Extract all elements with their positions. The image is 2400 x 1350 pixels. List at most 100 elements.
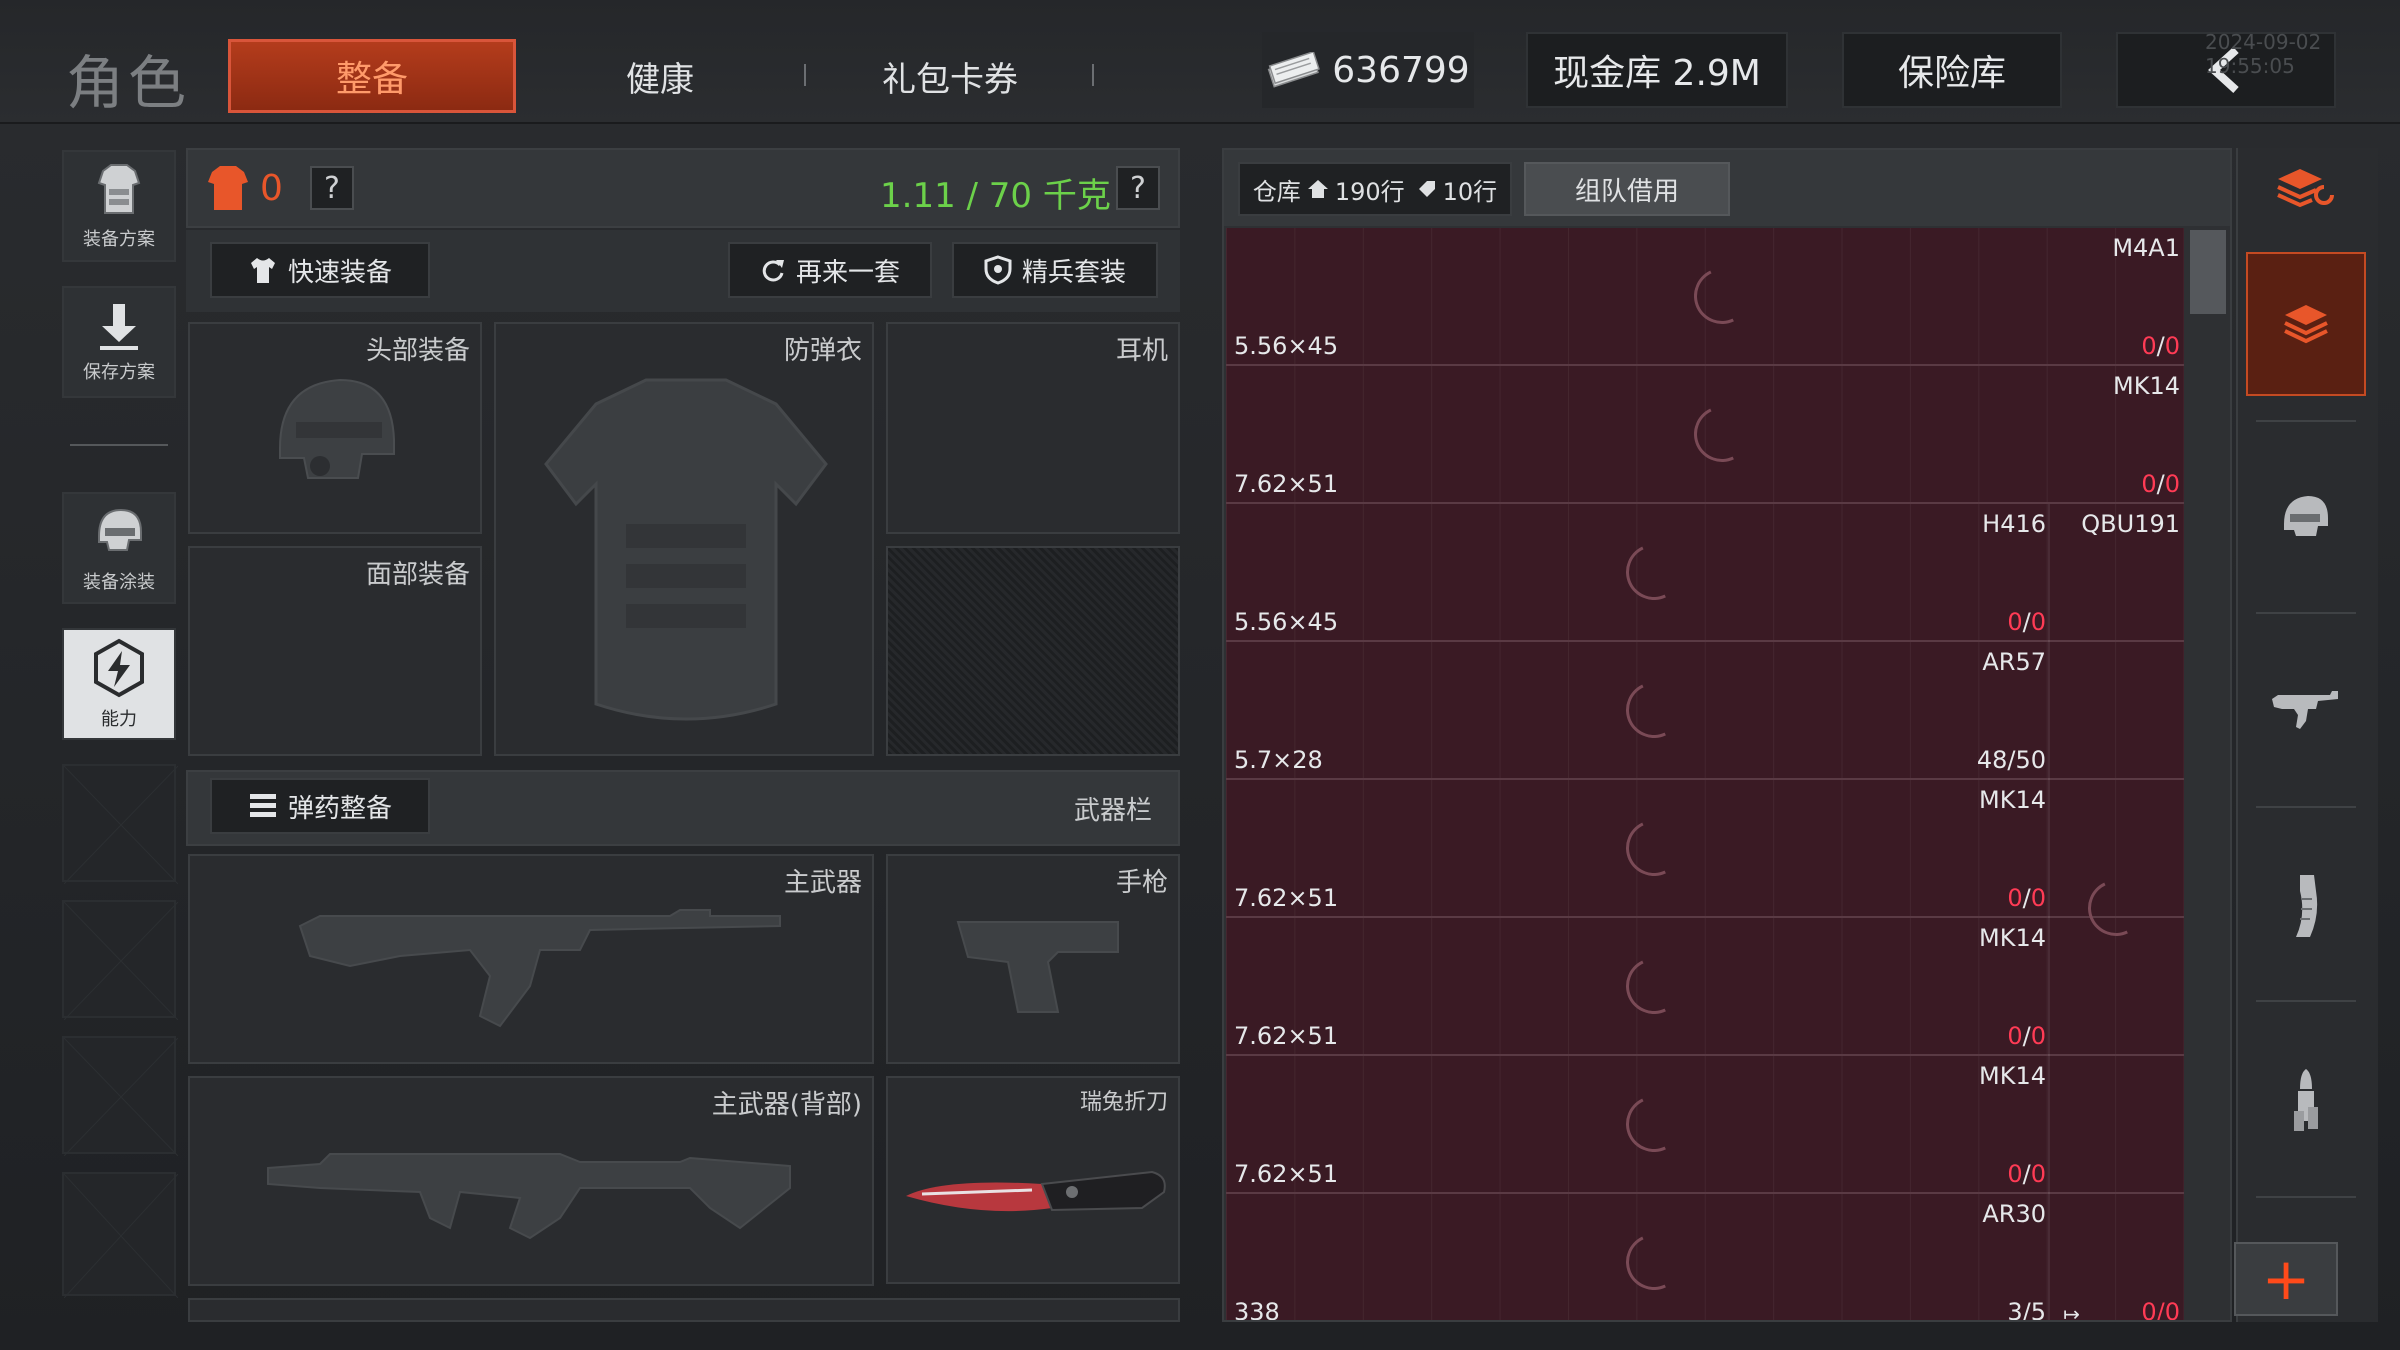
item-ammo-type: 7.62×51 (1234, 884, 1339, 912)
sidebar-empty-slot (62, 1172, 178, 1298)
category-ammo[interactable] (2246, 1040, 2366, 1160)
primary-back-weapon-slot[interactable]: 主武器(背部) (188, 1076, 874, 1286)
head-gear-slot[interactable]: 头部装备 (188, 322, 482, 534)
warehouse-item[interactable]: 338 AR30 3/5 0/0 ↦ (1226, 1194, 2184, 1320)
weight-help-button[interactable]: ? (1116, 166, 1160, 210)
item-weapon-name: H416 (1982, 510, 2046, 538)
ammo-loadout-label: 弹药整备 (287, 793, 392, 824)
face-gear-slot[interactable]: 面部装备 (188, 546, 482, 756)
knife-slot[interactable]: 瑞兔折刀 (886, 1076, 1180, 1284)
item-count-current: 3 (2007, 1298, 2023, 1320)
armor-plan-icon (97, 164, 141, 214)
safe-box-button[interactable]: 保险库 (1842, 32, 2062, 108)
sidebar-empty-slot (62, 1036, 178, 1156)
sidebar-item-ability[interactable]: 能力 (62, 628, 176, 740)
currency-display[interactable]: 636799 (1262, 32, 1474, 108)
item-second-weapon: QBU191 (2081, 510, 2180, 538)
elite-set-button[interactable]: 精兵套装 (952, 242, 1158, 298)
armor-level-value: 0 (260, 168, 283, 209)
category-divider (2256, 612, 2356, 614)
item-count: 48/50 (1977, 746, 2046, 774)
item-column-divider (2048, 642, 2050, 780)
warehouse-item[interactable]: 7.62×51 MK14 0/0 (1226, 918, 2184, 1056)
refresh-icon (762, 260, 784, 282)
warehouse-item[interactable]: 7.62×51 MK14 0/0 (1226, 1056, 2184, 1194)
item-count: 0/0 (2007, 1160, 2046, 1188)
rifle-icon (298, 909, 781, 1028)
warehouse-item[interactable]: 5.56×45 M4A1 0/0 (1226, 228, 2184, 366)
loading-spinner-icon (1618, 536, 1690, 608)
repeat-set-button[interactable]: 再来一套 (728, 242, 932, 298)
category-all[interactable] (2246, 130, 2366, 250)
headset-slot[interactable]: 耳机 (886, 322, 1180, 534)
item-count-current: 0 (2007, 884, 2023, 912)
item-count-current: 0 (2007, 1022, 2023, 1050)
primary-weapon-slot[interactable]: 主武器 (188, 854, 874, 1064)
item-count: 0/0 (2141, 470, 2180, 498)
sidebar-item-label: 能力 (101, 709, 137, 730)
warehouse-item[interactable]: 5.7×28 AR57 48/50 (1226, 642, 2184, 780)
item-weapon-name: MK14 (2113, 372, 2180, 400)
warehouse-label: 仓库 (1252, 177, 1301, 206)
warehouse-item[interactable]: 7.62×51 MK14 0/0 (1226, 780, 2184, 944)
loading-spinner-icon (1618, 1088, 1690, 1160)
category-magazine[interactable] (2246, 846, 2366, 966)
sidebar-item-armor-plan[interactable]: 装备方案 (62, 150, 176, 262)
vest-label: 防弹衣 (783, 336, 862, 366)
warehouse-grid[interactable]: 5.56×45 M4A1 0/0 7.62×51 MK14 0/0 5.56×45 H416 0… (1226, 228, 2184, 1320)
helmet-icon (279, 378, 395, 479)
magazine-icon (2296, 875, 2318, 937)
loading-spinner-icon (1618, 812, 1690, 884)
loading-spinner-icon (1686, 398, 1758, 470)
helmet-skin-icon (98, 508, 142, 551)
tab-loadout[interactable]: 整备 (228, 39, 516, 113)
item-column-divider (2048, 504, 2050, 642)
shield-icon (984, 255, 1012, 285)
warehouse-tab[interactable]: 仓库 190行 10行 (1238, 162, 1512, 216)
shirt-icon (250, 258, 275, 283)
item-column-divider (2048, 780, 2050, 918)
item-column-divider (2048, 1056, 2050, 1194)
quick-equip-button[interactable]: 快速装备 (210, 242, 430, 298)
cash-vault-button[interactable]: 现金库 2.9M (1526, 32, 1788, 108)
item-ammo-type: 5.56×45 (1234, 332, 1339, 360)
count-separator: / (2022, 1022, 2031, 1050)
stack-icon (2284, 305, 2328, 344)
armor-help-button[interactable]: ? (310, 166, 354, 210)
ammo-loadout-button[interactable]: 弹药整备 (210, 778, 430, 834)
face-gear-label: 面部装备 (365, 560, 470, 590)
warehouse-item[interactable]: 5.56×45 H416 0/0 QBU191 (1226, 504, 2184, 642)
item-count-current: 0 (2007, 608, 2023, 636)
locked-slot (886, 546, 1180, 756)
helmet-icon (2284, 496, 2328, 536)
weight-display: 1.11 / 70 千克 (880, 176, 1111, 216)
head-gear-label: 头部装备 (365, 336, 470, 366)
tab-gift-cards[interactable]: 礼包卡券 (840, 39, 1060, 113)
item-count-max: 0 (2164, 332, 2180, 360)
count-separator: / (2022, 1298, 2031, 1320)
pistol-slot[interactable]: 手枪 (886, 854, 1180, 1064)
headset-label: 耳机 (1115, 336, 1168, 366)
category-rifle[interactable] (2246, 650, 2366, 770)
knife-label: 瑞兔折刀 (1079, 1090, 1168, 1115)
rifle-icon (2272, 691, 2338, 729)
item-count-current: 0 (2141, 470, 2157, 498)
ammo-list-icon (249, 794, 276, 817)
body-armor-icon (544, 378, 828, 721)
primary-weapon-label: 主武器 (783, 868, 862, 898)
item-count-max: 5 (2030, 1298, 2046, 1320)
category-helmet[interactable] (2246, 456, 2366, 576)
warehouse-scrollbar[interactable] (2190, 230, 2226, 314)
category-stack[interactable] (2246, 252, 2366, 396)
add-button[interactable]: + (2234, 1242, 2338, 1316)
item-count: 3/5 (2007, 1298, 2046, 1320)
sidebar-item-save-plan[interactable]: 保存方案 (62, 286, 176, 398)
download-icon (100, 304, 138, 350)
sidebar-item-armor-skin[interactable]: 装备涂装 (62, 492, 176, 604)
expand-arrow-icon[interactable]: ↦ (2063, 1302, 2080, 1320)
team-borrow-button[interactable]: 组队借用 (1524, 162, 1730, 216)
tab-separator (804, 64, 806, 86)
warehouse-item[interactable]: 7.62×51 MK14 0/0 (1226, 366, 2184, 504)
tab-health[interactable]: 健康 (560, 39, 760, 113)
vest-slot[interactable]: 防弹衣 (494, 322, 874, 756)
